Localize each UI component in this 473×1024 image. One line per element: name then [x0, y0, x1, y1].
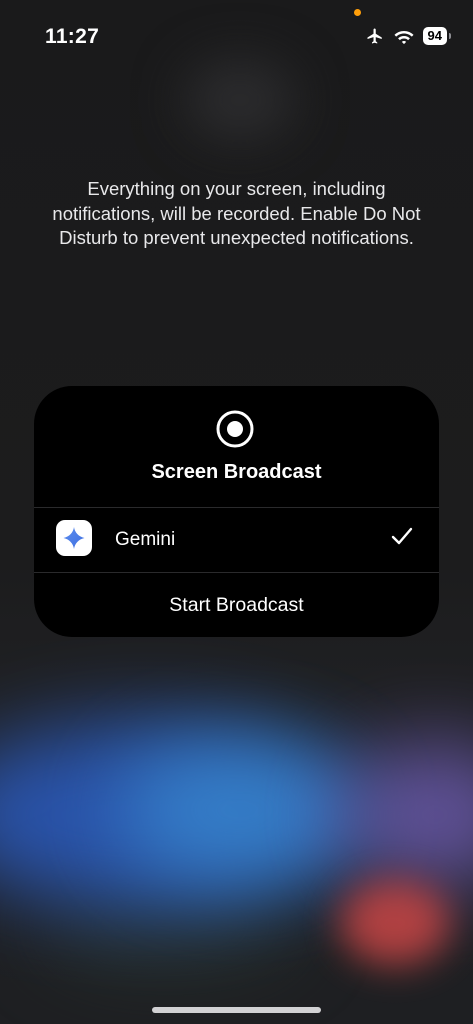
sheet-title: Screen Broadcast [151, 461, 322, 483]
blur-shape [340, 880, 450, 965]
wifi-icon [394, 31, 414, 44]
recording-notice: Everything on your screen, including not… [52, 178, 421, 248]
status-icons: 94 [365, 27, 452, 45]
record-icon [216, 410, 254, 448]
app-label: Gemini [115, 529, 176, 550]
airplane-icon [367, 28, 382, 44]
status-bar: 11:27 94 [0, 0, 473, 60]
blur-shape [185, 60, 295, 140]
gemini-app-icon [56, 520, 92, 556]
blur-shape [120, 740, 360, 880]
checkmark-icon [391, 527, 413, 545]
gemini-sparkle-icon [63, 527, 85, 549]
privacy-indicator-dot [354, 9, 361, 16]
blur-shape [340, 740, 473, 890]
app-option-gemini[interactable]: Gemini [34, 508, 439, 572]
status-time: 11:27 [45, 25, 100, 48]
start-broadcast-button[interactable]: Start Broadcast [34, 573, 439, 637]
broadcast-sheet: Screen Broadcast Gemini Start Broadcast [34, 386, 439, 637]
battery-icon: 94 [422, 27, 452, 45]
home-indicator[interactable] [152, 1007, 321, 1013]
